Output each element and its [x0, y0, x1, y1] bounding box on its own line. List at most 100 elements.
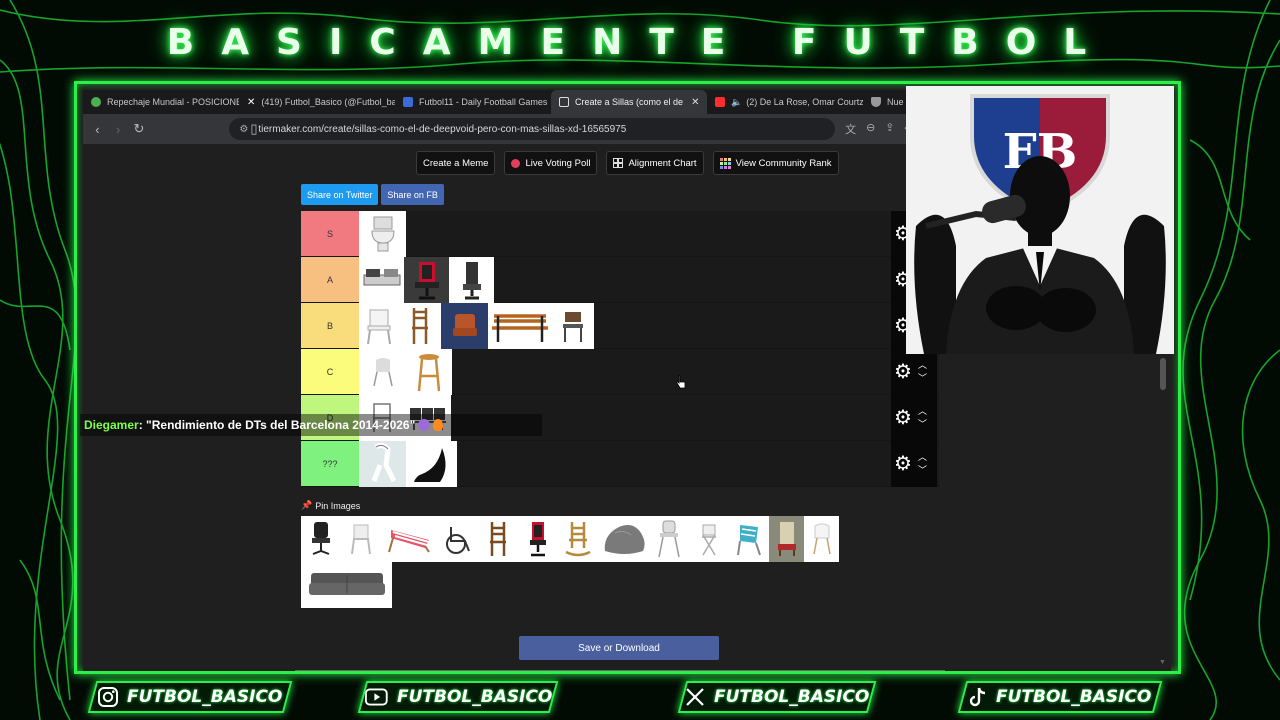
- chair-image[interactable]: [359, 303, 399, 349]
- beach-chair-image[interactable]: [381, 516, 438, 562]
- chair-image[interactable]: [399, 303, 441, 349]
- office-chair-image[interactable]: [301, 516, 341, 562]
- banner-title: BASICAMENTE FUTBOL: [166, 22, 1114, 63]
- vertical-scrollbar[interactable]: ▼: [1159, 354, 1167, 666]
- x-link[interactable]: FUTBOL_BASICO: [677, 681, 877, 713]
- tier-label[interactable]: S: [301, 211, 359, 256]
- x-logo-icon: ✕: [247, 97, 256, 108]
- rock-image[interactable]: [598, 516, 649, 562]
- alignment-chart-button[interactable]: Alignment Chart: [606, 151, 704, 175]
- chat-message: Diegamer : "Rendimiento de DTs del Barce…: [80, 414, 542, 436]
- browser-tab-bar: Repechaje Mundial - POSICIONE ✕ (419) Fu…: [83, 90, 913, 114]
- sofa-image[interactable]: [301, 562, 392, 608]
- gaming-chair-image[interactable]: [518, 516, 558, 562]
- chair-image[interactable]: [359, 349, 406, 395]
- move-down-icon[interactable]: ﹀: [918, 464, 927, 477]
- share-icon[interactable]: ⇪: [885, 121, 894, 137]
- folding-chair-image[interactable]: [689, 516, 729, 562]
- youtube-link[interactable]: FUTBOL_BASICO: [357, 681, 559, 713]
- translate-icon[interactable]: 文: [845, 121, 856, 137]
- tier-row-unknown: ??? ⚙ ︿ ﹀: [301, 441, 939, 487]
- scroll-down-icon[interactable]: ▼: [1159, 659, 1166, 666]
- share-fb-label: Share on FB: [387, 189, 438, 200]
- wooden-chair-image[interactable]: [478, 516, 518, 562]
- tier-label-text: ???: [322, 458, 338, 469]
- grid-icon: [613, 158, 624, 168]
- move-up-icon[interactable]: ︿: [918, 451, 927, 464]
- eames-chair-image[interactable]: [804, 516, 839, 562]
- tier-label[interactable]: ???: [301, 441, 359, 486]
- tab-repechaje[interactable]: Repechaje Mundial - POSICIONE: [83, 90, 239, 114]
- image-pool: [301, 516, 908, 608]
- chair-image[interactable]: [359, 441, 406, 487]
- share-twitter-button[interactable]: Share on Twitter: [301, 184, 379, 205]
- zoom-icon[interactable]: ⊖: [866, 121, 875, 137]
- live-voting-label: Live Voting Poll: [525, 157, 591, 169]
- high-chair-image[interactable]: [649, 516, 689, 562]
- chair-image[interactable]: [359, 211, 406, 257]
- create-meme-button[interactable]: Create a Meme: [416, 151, 496, 175]
- url-field[interactable]: ⚙ tiermaker.com/create/sillas-como-el-de…: [229, 118, 836, 140]
- tab-label: Repechaje Mundial - POSICIONE: [107, 97, 239, 107]
- gear-icon[interactable]: ⚙: [894, 408, 912, 428]
- chair-image[interactable]: [441, 303, 488, 349]
- gear-icon[interactable]: ⚙: [894, 454, 912, 474]
- shield-icon: [871, 97, 881, 107]
- tab-x-futbol-basico[interactable]: ✕ (419) Futbol_Basico (@Futbol_ba: [239, 90, 395, 114]
- x-handle: FUTBOL_BASICO: [714, 687, 870, 707]
- community-label: View Community Rank: [735, 157, 832, 169]
- pin-images-label: Pin Images: [315, 500, 361, 511]
- move-down-icon[interactable]: ﹀: [918, 372, 927, 385]
- youtube-handle: FUTBOL_BASICO: [396, 687, 552, 707]
- chair-image[interactable]: [404, 257, 449, 303]
- reload-icon[interactable]: ↻: [129, 121, 150, 137]
- tier-label-text: A: [326, 274, 333, 285]
- fire-icon: [433, 419, 444, 431]
- plastic-chair-image[interactable]: [341, 516, 381, 562]
- chair-image[interactable]: [406, 441, 457, 487]
- tier-label[interactable]: A: [301, 257, 359, 302]
- gear-icon[interactable]: ⚙: [894, 362, 912, 382]
- bench-image[interactable]: [488, 303, 552, 349]
- bookmark-icon[interactable]: ▯: [243, 121, 265, 137]
- save-or-download-button[interactable]: Save or Download: [519, 636, 719, 660]
- tab-youtube[interactable]: 🔈 (2) De La Rose, Omar Courtz: [707, 90, 863, 114]
- tiktok-link[interactable]: FUTBOL_BASICO: [957, 681, 1163, 713]
- scrollbar-thumb[interactable]: [1160, 358, 1166, 390]
- stool-image[interactable]: [406, 349, 452, 395]
- back-icon[interactable]: ‹: [87, 122, 108, 137]
- tab-label: (2) De La Rose, Omar Courtz: [746, 97, 863, 107]
- tier-row-a: A ⚙: [301, 257, 939, 303]
- forward-icon[interactable]: ›: [108, 122, 129, 137]
- tier-label[interactable]: C: [301, 349, 359, 394]
- live-voting-button[interactable]: Live Voting Poll: [504, 151, 598, 175]
- tab-label: Create a Sillas (como el de: [575, 97, 684, 107]
- emoji-icon: [418, 419, 431, 431]
- tier-controls: ⚙ ︿ ﹀: [891, 441, 937, 487]
- throne-chair-image[interactable]: [769, 516, 804, 562]
- community-rank-button[interactable]: View Community Rank: [712, 151, 839, 175]
- close-tab-icon[interactable]: ✕: [691, 97, 699, 108]
- move-down-icon[interactable]: ﹀: [918, 418, 927, 431]
- tier-list: S ⚙ A ⚙ B ⚙ C ⚙ ︿ ﹀ D ⚙ ︿ ﹀ ??? ⚙ ︿ ﹀: [301, 211, 939, 487]
- lawn-chair-image[interactable]: [729, 516, 769, 562]
- chair-image[interactable]: [552, 303, 594, 349]
- rocking-chair-image[interactable]: [558, 516, 598, 562]
- pin-images-toggle[interactable]: 📌 Pin Images: [301, 500, 360, 511]
- wheelchair-image[interactable]: [438, 516, 478, 562]
- pin-icon: 📌: [301, 500, 313, 510]
- move-up-icon[interactable]: ︿: [918, 405, 927, 418]
- horizontal-scrollbar[interactable]: [295, 670, 945, 671]
- tier-label-text: S: [326, 228, 333, 239]
- tier-row-c: C ⚙ ︿ ﹀: [301, 349, 939, 395]
- instagram-link[interactable]: FUTBOL_BASICO: [87, 681, 293, 713]
- x-logo-icon: [686, 688, 705, 706]
- tier-label[interactable]: B: [301, 303, 359, 348]
- streamer-camera-image: FB: [906, 86, 1174, 354]
- share-fb-button[interactable]: Share on FB: [381, 184, 444, 205]
- move-up-icon[interactable]: ︿: [918, 359, 927, 372]
- chair-image[interactable]: [449, 257, 494, 303]
- tab-futbol11[interactable]: Futbol11 - Daily Football Games: [395, 90, 551, 114]
- tab-tiermaker[interactable]: Create a Sillas (como el de ✕: [551, 90, 707, 114]
- chair-image[interactable]: [359, 257, 404, 303]
